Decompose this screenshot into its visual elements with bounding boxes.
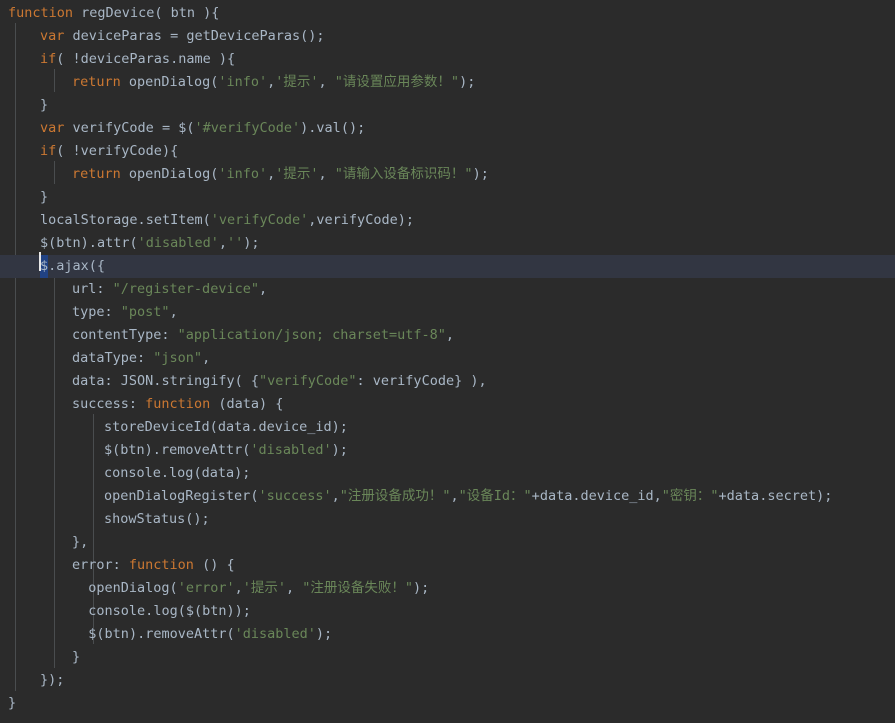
code-line[interactable]: }, xyxy=(0,531,895,554)
code-line[interactable]: function regDevice( btn ){ xyxy=(0,2,895,25)
code-line[interactable]: url: "/register-device", xyxy=(0,278,895,301)
code-line[interactable]: $(btn).removeAttr('disabled'); xyxy=(0,439,895,462)
code-editor[interactable]: function regDevice( btn ){var devicePara… xyxy=(0,0,895,723)
code-line[interactable]: var deviceParas = getDeviceParas(); xyxy=(0,25,895,48)
code-line[interactable]: } xyxy=(0,186,895,209)
code-line[interactable]: return openDialog('info','提示', "请设置应用参数！… xyxy=(0,71,895,94)
code-line[interactable]: return openDialog('info','提示', "请输入设备标识码… xyxy=(0,163,895,186)
code-line[interactable]: localStorage.setItem('verifyCode',verify… xyxy=(0,209,895,232)
code-line[interactable]: } xyxy=(0,646,895,669)
code-line[interactable]: showStatus(); xyxy=(0,508,895,531)
code-line[interactable]: error: function () { xyxy=(0,554,895,577)
code-line[interactable]: } xyxy=(0,94,895,117)
code-line[interactable]: } xyxy=(0,692,895,715)
code-line[interactable]: if( !deviceParas.name ){ xyxy=(0,48,895,71)
code-line[interactable]: storeDeviceId(data.device_id); xyxy=(0,416,895,439)
code-line[interactable]: if( !verifyCode){ xyxy=(0,140,895,163)
code-line[interactable]: }); xyxy=(0,669,895,692)
code-line[interactable]: type: "post", xyxy=(0,301,895,324)
code-line[interactable]: $.ajax({ xyxy=(0,252,895,278)
code-line[interactable]: contentType: "application/json; charset=… xyxy=(0,324,895,347)
code-content[interactable]: function regDevice( btn ){var devicePara… xyxy=(0,0,895,715)
code-line[interactable]: var verifyCode = $('#verifyCode').val(); xyxy=(0,117,895,140)
code-line[interactable]: dataType: "json", xyxy=(0,347,895,370)
code-line[interactable]: data: JSON.stringify( {"verifyCode": ver… xyxy=(0,370,895,393)
text-caret: $ xyxy=(38,252,49,278)
code-line[interactable]: $(btn).attr('disabled',''); xyxy=(0,232,895,255)
code-line[interactable]: openDialogRegister('success',"注册设备成功！","… xyxy=(0,485,895,508)
code-line[interactable]: success: function (data) { xyxy=(0,393,895,416)
code-line[interactable]: $(btn).removeAttr('disabled'); xyxy=(0,623,895,646)
code-line[interactable]: console.log(data); xyxy=(0,462,895,485)
code-line[interactable]: console.log($(btn)); xyxy=(0,600,895,623)
code-line[interactable]: openDialog('error','提示', "注册设备失败！"); xyxy=(0,577,895,600)
